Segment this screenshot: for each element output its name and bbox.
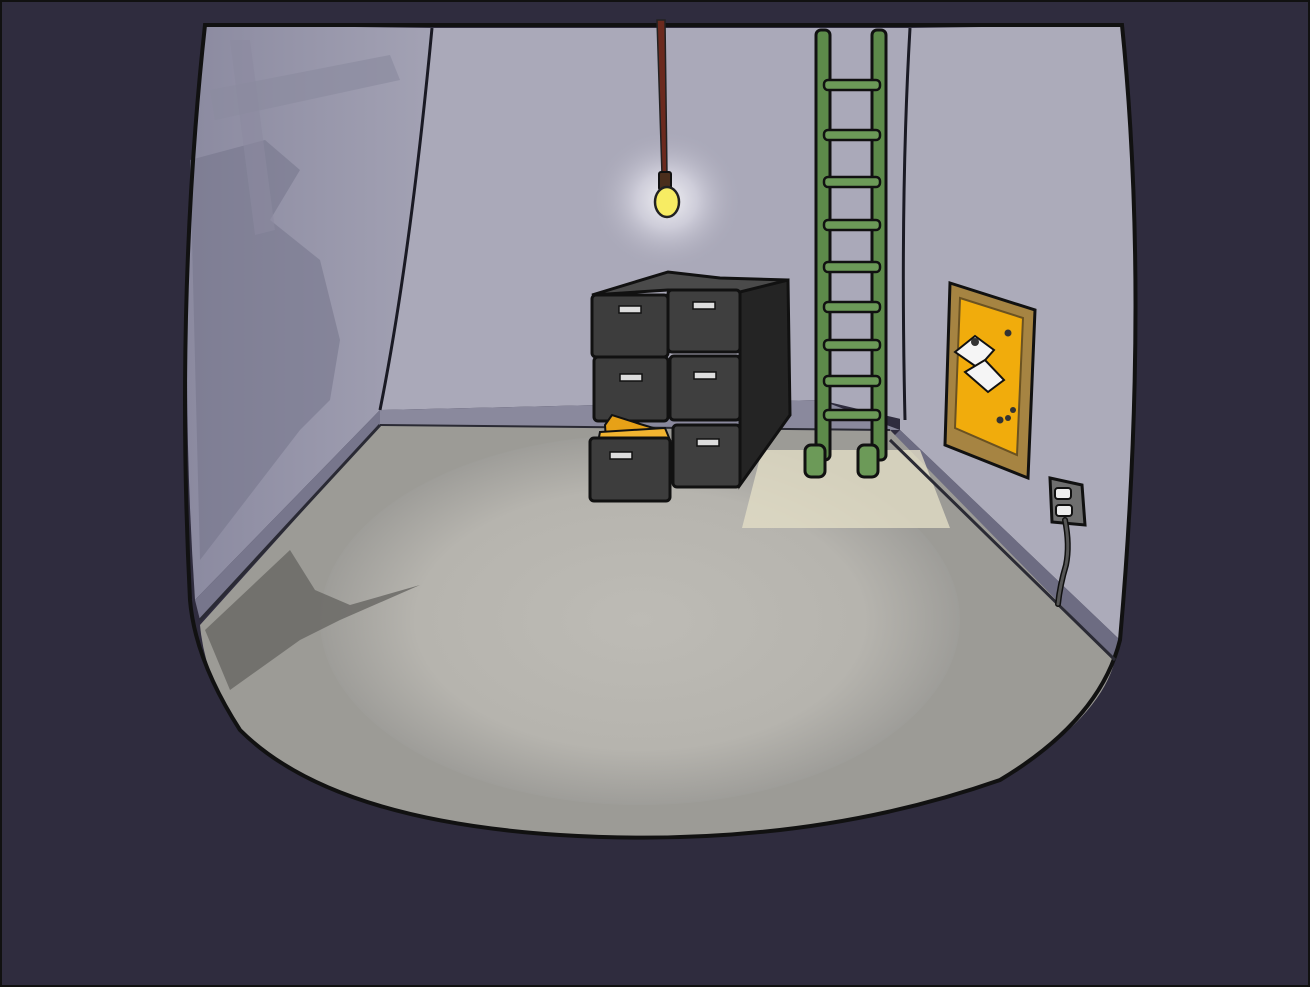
drawer-top-left[interactable]: [590, 293, 670, 359]
pin-icon: [1005, 415, 1011, 421]
drawer-label: [619, 373, 643, 382]
pin-icon: [971, 338, 979, 346]
game-scene: [0, 0, 1310, 987]
outlet-socket-icon: [1054, 487, 1072, 500]
ladder-rung: [822, 300, 882, 314]
room-canvas: [0, 0, 1310, 987]
drawer-mid-right[interactable]: [668, 354, 742, 422]
bulb-icon: [653, 185, 681, 219]
drawer-label: [692, 301, 716, 310]
ladder-foot-left: [803, 443, 827, 479]
pin-icon: [1004, 329, 1012, 337]
pin-icon: [996, 416, 1004, 424]
cork-board[interactable]: [943, 280, 1037, 481]
drawer-bottom-right[interactable]: [671, 423, 742, 489]
ladder-rung: [822, 408, 882, 422]
outlet-socket-icon: [1055, 504, 1073, 517]
ladder-rung: [822, 260, 882, 274]
ladder-foot-right: [856, 443, 880, 479]
ladder-rung: [822, 128, 882, 142]
ladder-rail-right: [870, 28, 888, 462]
drawer-label: [618, 305, 642, 314]
ladder-rung: [822, 78, 882, 92]
drawer-label: [609, 451, 633, 460]
drawer-label: [693, 371, 717, 380]
drawer-top-right[interactable]: [666, 288, 742, 354]
drawer-mid-left[interactable]: [592, 355, 670, 423]
outlet-plate: [1048, 476, 1087, 527]
floor-light-patch: [742, 450, 950, 528]
ladder-rung: [822, 374, 882, 388]
pin-icon: [1010, 407, 1016, 413]
ladder-rung: [822, 338, 882, 352]
ladder-rung: [822, 218, 882, 232]
drawer-label: [696, 438, 720, 447]
ladder-rail-left: [814, 28, 832, 462]
ladder-rung: [822, 175, 882, 189]
